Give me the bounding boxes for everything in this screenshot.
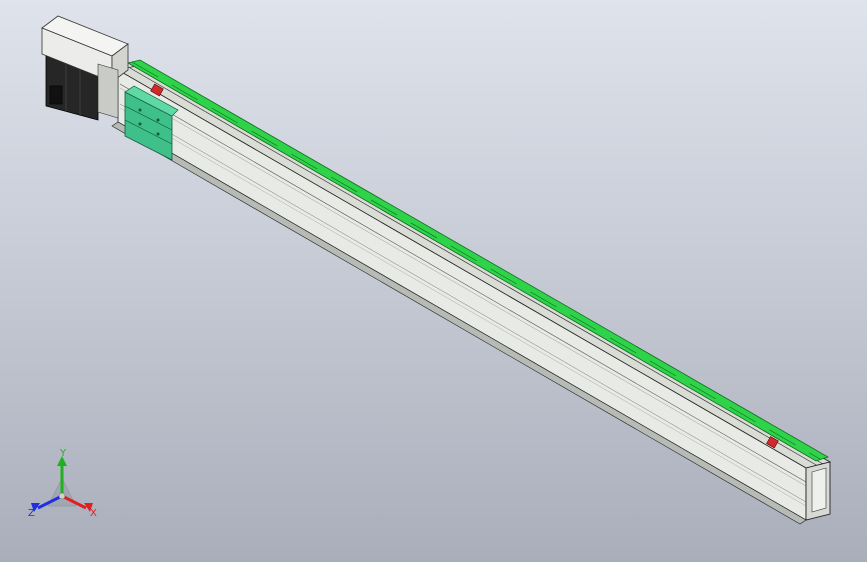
linear-rail-body[interactable] [111,63,832,525]
green-guide-rail[interactable] [126,59,829,462]
cad-viewport[interactable]: Y X Z [0,0,867,562]
end-cap[interactable] [805,461,831,521]
triad-z-label: Z [28,508,35,519]
orientation-triad[interactable]: Y X Z [28,448,97,519]
triad-x-label: X [90,508,97,519]
model-scene[interactable]: Y X Z [0,0,867,562]
triad-y-label: Y [59,448,67,459]
